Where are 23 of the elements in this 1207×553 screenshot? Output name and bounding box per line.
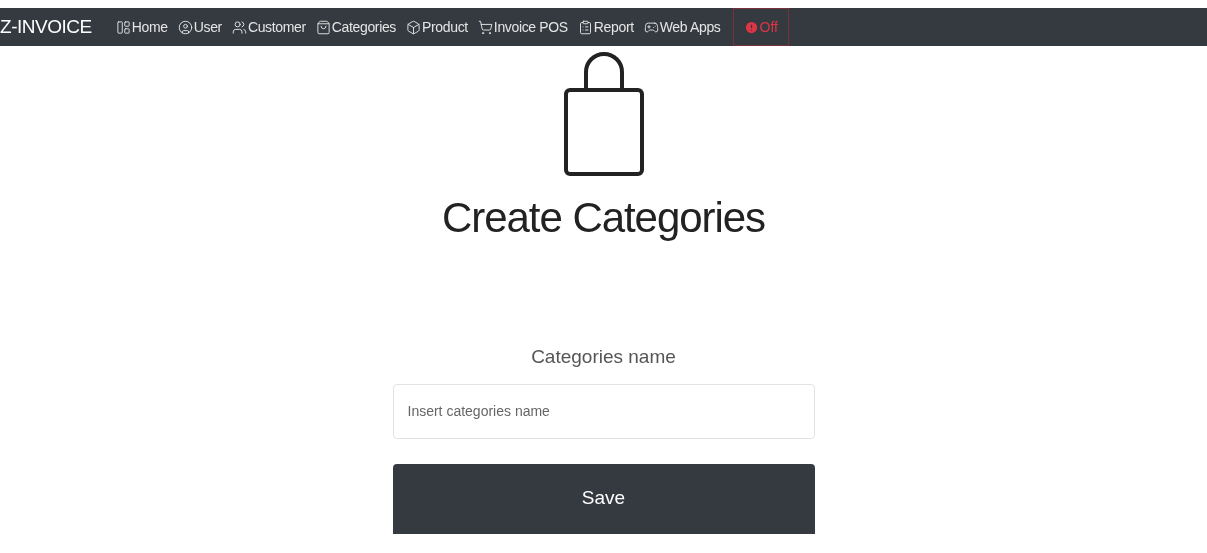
cart-icon: [477, 19, 493, 35]
nav-link[interactable]: User: [177, 16, 222, 38]
bag-icon: [315, 19, 331, 35]
field-label: Categories name: [531, 345, 676, 369]
gamepad-icon: [643, 19, 659, 35]
nav-link[interactable]: Web Apps: [643, 16, 721, 38]
nav-link[interactable]: Categories: [315, 16, 397, 38]
nav-link[interactable]: Report: [577, 16, 634, 38]
brand-logo[interactable]: Z-INVOICE: [0, 12, 92, 42]
nav-link[interactable]: Invoice POS: [477, 16, 568, 38]
nav-link[interactable]: Customer: [231, 16, 306, 38]
save-button[interactable]: Save: [392, 463, 815, 534]
people-icon: [231, 19, 247, 35]
layout-icon: [115, 19, 131, 35]
nav-link[interactable]: Product: [406, 16, 468, 38]
alert-icon: [743, 19, 759, 35]
bag-icon: [561, 50, 646, 178]
user-icon: [177, 19, 193, 35]
box-icon: [406, 19, 422, 35]
clipboard-icon: [577, 19, 593, 35]
page-title: Create Categories: [442, 193, 765, 243]
nav-link[interactable]: Home: [115, 16, 168, 38]
name-input[interactable]: Insert categories name: [392, 383, 815, 439]
